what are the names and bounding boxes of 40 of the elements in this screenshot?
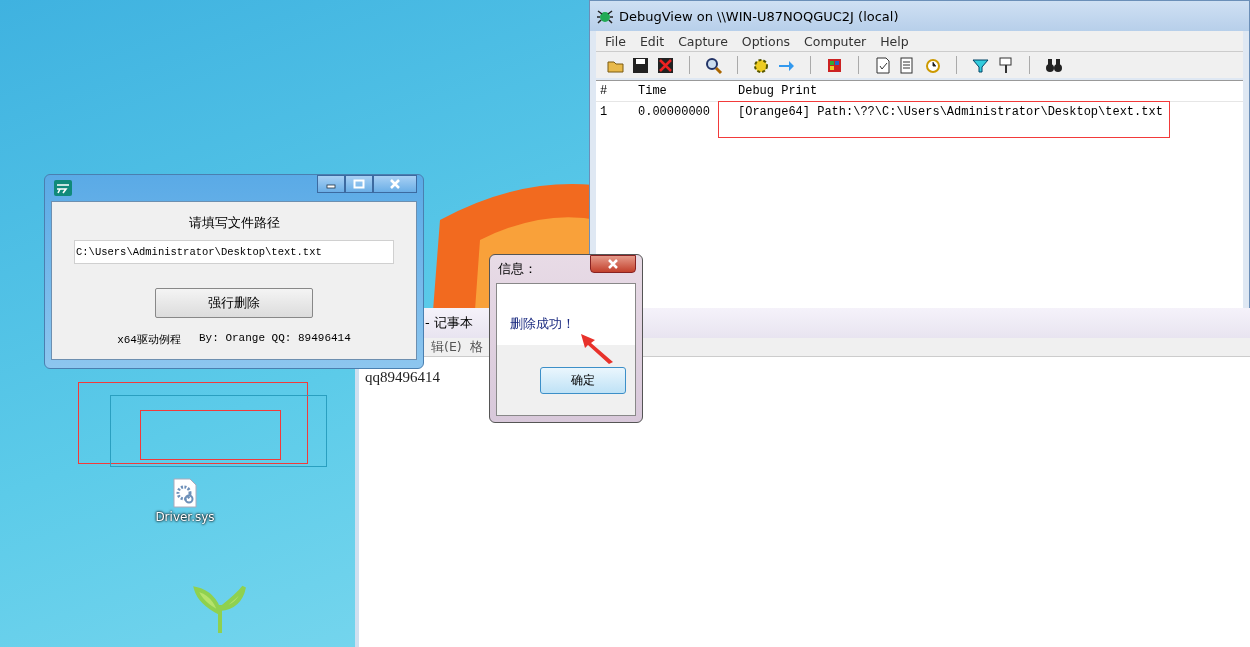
column-header[interactable]: Time (634, 84, 734, 98)
app-icon (54, 180, 72, 196)
credits-label: By: Orange QQ: 89496414 (199, 332, 351, 346)
caption-label: x64驱动例程 (117, 333, 181, 347)
menu-item[interactable]: File (598, 33, 633, 49)
maximize-button[interactable] (345, 175, 373, 193)
window-title: 信息： (498, 260, 537, 278)
menu-item[interactable]: Capture (671, 33, 735, 49)
menu-item[interactable]: Help (873, 33, 916, 49)
window-title: - 记事本 (425, 314, 473, 332)
column-header[interactable]: # (596, 84, 634, 98)
bug-icon (596, 7, 614, 25)
ok-button[interactable]: 确定 (540, 366, 626, 394)
menu-item[interactable]: 辑(E) (427, 338, 466, 356)
document-check-icon[interactable] (873, 55, 892, 75)
menu-item[interactable]: Computer (797, 33, 874, 49)
close-button[interactable] (373, 175, 417, 193)
table-cell-text: [Orange64] Path:\??\C:\Users\Administrator\Desktop\text.txt (737, 105, 1163, 119)
maximize-icon (353, 179, 365, 189)
minimize-button[interactable] (317, 175, 345, 193)
close-icon (607, 259, 619, 269)
close-icon (389, 179, 401, 189)
document-text: qq89496414 (365, 369, 440, 385)
delete-button[interactable]: 强行删除 (155, 288, 313, 318)
menu-item[interactable]: 格 (465, 338, 487, 356)
column-header[interactable]: Debug Print (734, 84, 818, 98)
prompt-label: 请填写文件路径 (188, 214, 280, 232)
menu-item[interactable]: Options (734, 33, 798, 49)
floppy-cross-icon[interactable] (656, 55, 675, 75)
message-text: 删除成功！ (510, 316, 575, 333)
close-button[interactable] (590, 255, 636, 273)
menu-item[interactable]: Edit (632, 33, 672, 49)
path-field[interactable]: C:\Users\Administrator\Desktop\text.txt (74, 240, 394, 264)
gear-file-icon (172, 478, 198, 508)
arrow-drawing (579, 332, 615, 364)
window-title: DebugView on \\WIN-U87NOQGUC2J (local) (619, 8, 899, 24)
table-cell-text: 0.00000000 (637, 105, 711, 119)
pin-icon[interactable] (996, 55, 1015, 75)
search-icon[interactable] (704, 55, 723, 75)
table-cell-text: 1 (599, 105, 609, 119)
